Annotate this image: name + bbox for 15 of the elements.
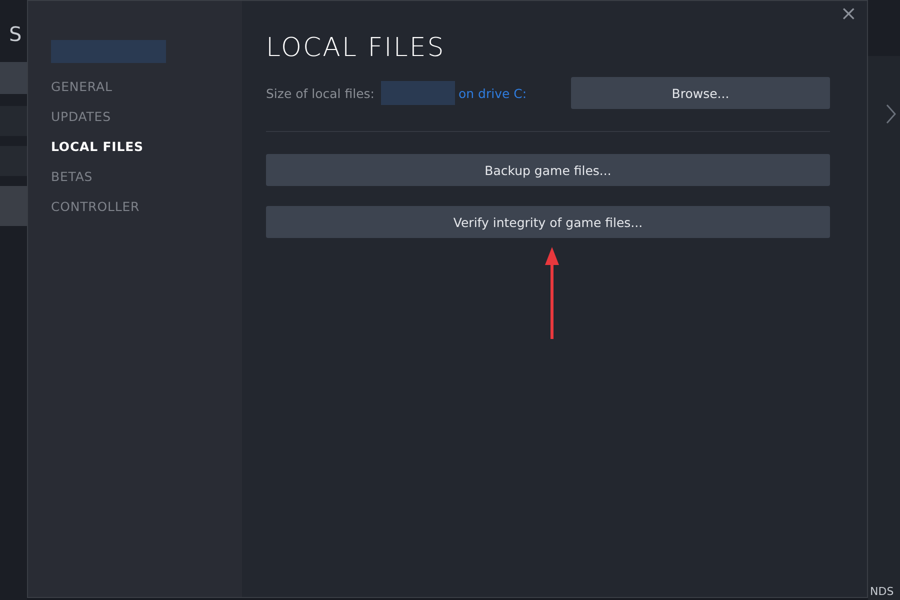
browse-button[interactable]: Browse...: [571, 77, 830, 109]
close-button[interactable]: ×: [836, 3, 861, 23]
sidebar-tab[interactable]: CONTROLLER: [51, 199, 140, 217]
app-label: NDS: [869, 585, 895, 600]
drive-link[interactable]: on drive C:: [458, 86, 527, 100]
sidebar-tab[interactable]: LOCAL FILES: [51, 139, 144, 157]
app-title: S: [9, 22, 22, 48]
sidebar-tab[interactable]: GENERAL: [51, 79, 112, 97]
size-label: Size of local files:: [266, 86, 375, 100]
action-button[interactable]: Backup game files...: [266, 154, 830, 186]
page-title: LOCAL FILES: [266, 33, 446, 63]
chevron-right-icon[interactable]: [886, 104, 896, 124]
sidebar-tab[interactable]: UPDATES: [51, 109, 111, 127]
action-button[interactable]: Verify integrity of game files...: [266, 206, 830, 238]
sidebar-tab[interactable]: BETAS: [51, 169, 93, 187]
